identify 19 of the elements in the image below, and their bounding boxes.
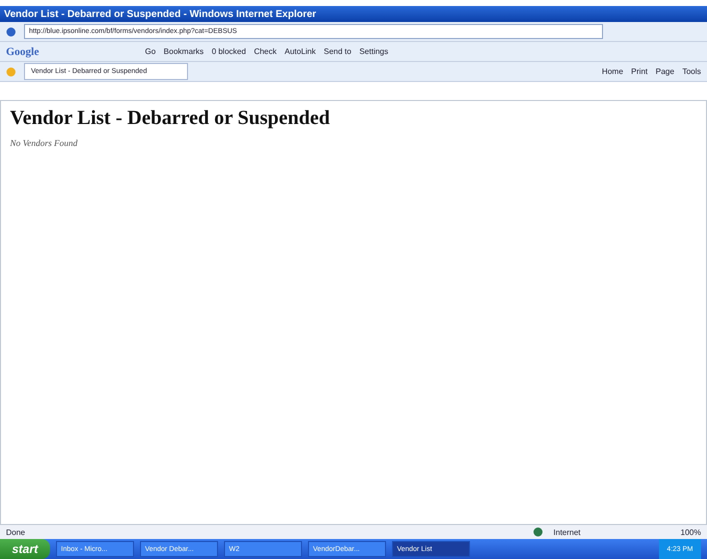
google-logo: Google (6, 46, 39, 58)
toolbar-item[interactable]: Go (145, 47, 156, 56)
start-button[interactable]: start (0, 539, 50, 559)
toolbar-item[interactable]: Settings (359, 47, 388, 56)
status-text: Done (6, 528, 26, 536)
command-item[interactable]: Print (631, 67, 648, 76)
toolbar-item[interactable]: Send to (324, 47, 352, 56)
toolbar-item[interactable]: Check (254, 47, 277, 56)
empty-message: No Vendors Found (10, 138, 78, 148)
zone-text: Internet (553, 528, 581, 536)
window-title: Vendor List - Debarred or Suspended - Windows Internet Explorer (4, 8, 316, 20)
toolbar-item[interactable]: 0 blocked (212, 47, 246, 56)
zoom-text[interactable]: 100% (680, 528, 701, 536)
command-item[interactable]: Page (656, 67, 674, 76)
toolbar-item[interactable]: AutoLink (284, 47, 316, 56)
command-item[interactable]: Tools (682, 67, 701, 76)
page-heading: Vendor List - Debarred or Suspended (10, 107, 331, 130)
toolbar-item[interactable]: Bookmarks (164, 47, 204, 56)
command-item[interactable]: Home (602, 67, 624, 76)
